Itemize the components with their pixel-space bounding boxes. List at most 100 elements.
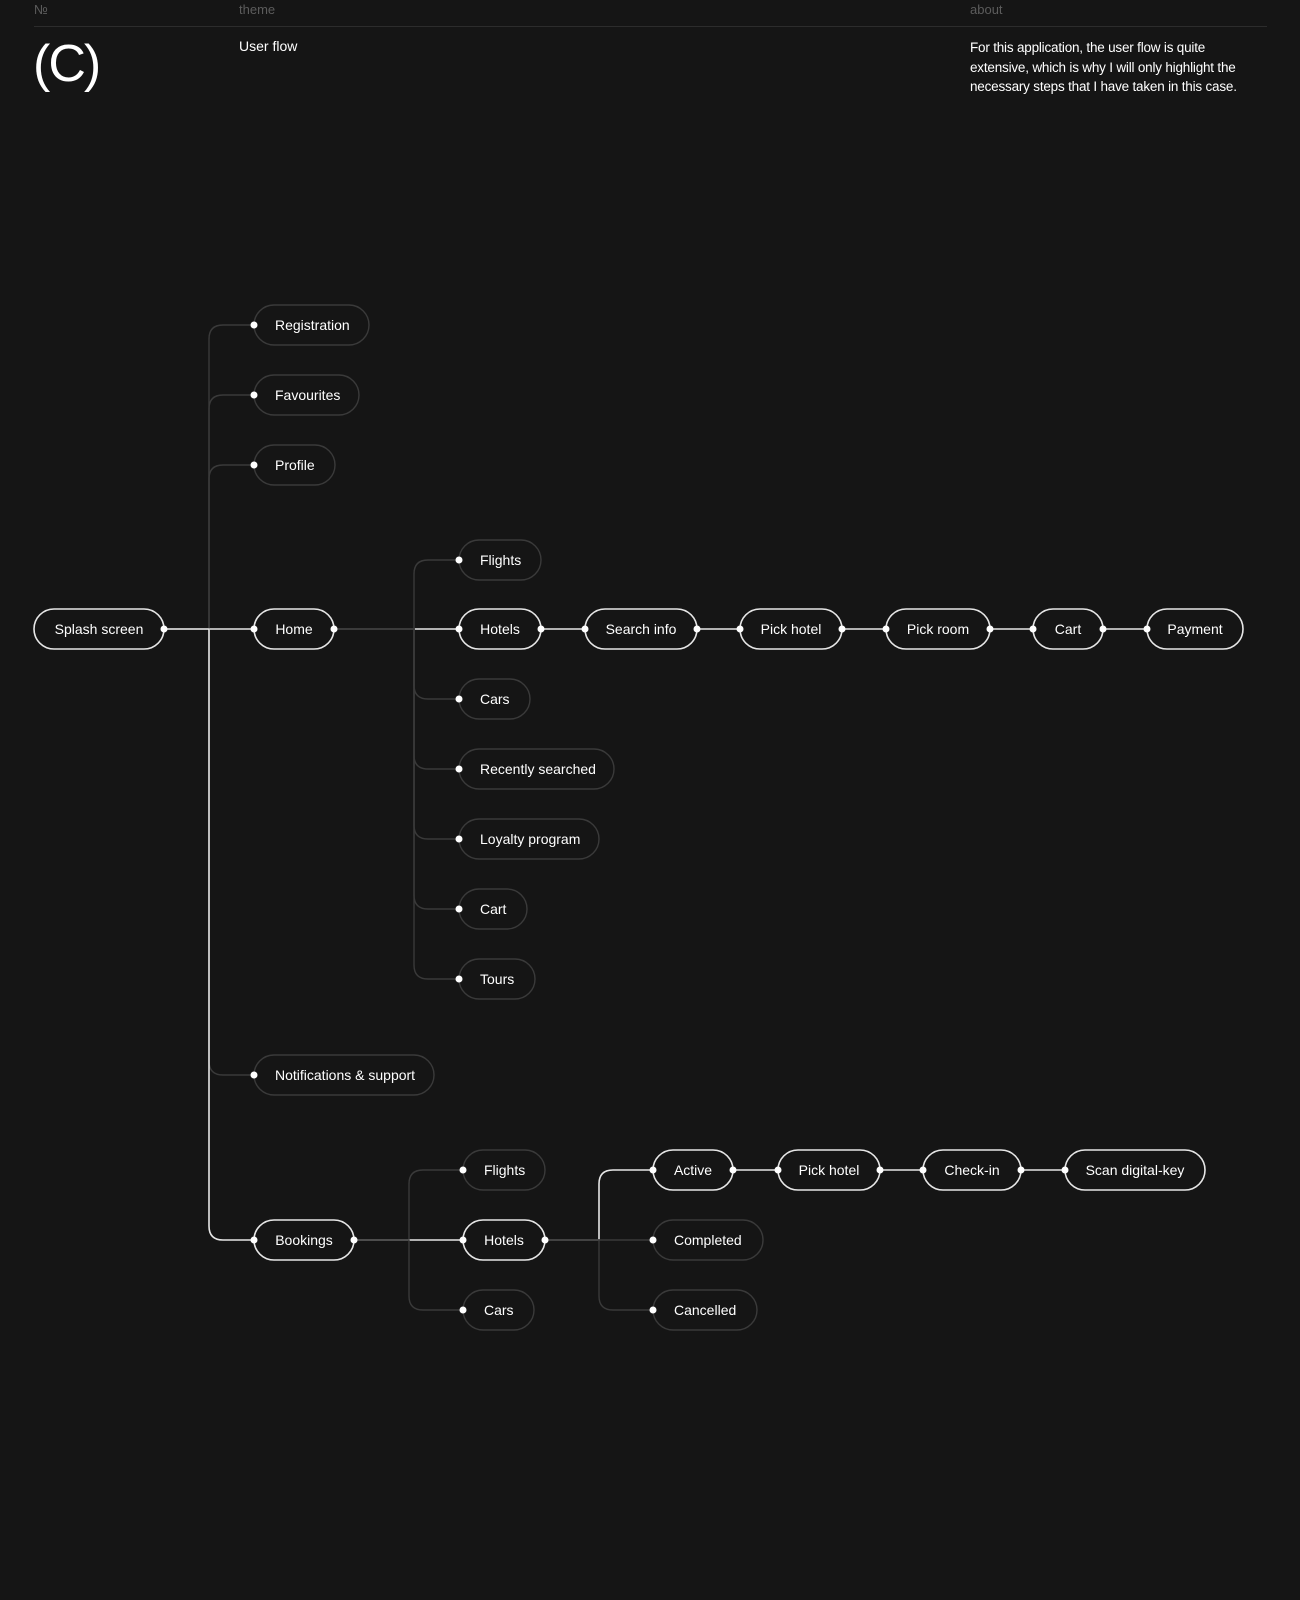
edge-home-to-home-cars xyxy=(334,628,459,700)
connector-dot-in-favourites xyxy=(250,391,258,399)
flow-node-bk-pick-hotel[interactable]: Pick hotel xyxy=(777,1149,881,1191)
connector-dot-in-pick-hotel xyxy=(736,625,744,633)
node-label: Check-in xyxy=(944,1162,999,1178)
flow-node-payment[interactable]: Payment xyxy=(1146,608,1244,650)
connector-dot-in-check-in xyxy=(919,1166,927,1174)
connector-dot-out-pick-hotel xyxy=(838,625,846,633)
connector-dot-out-cart xyxy=(1099,625,1107,633)
connector-dot-in-notifications xyxy=(250,1071,258,1079)
node-label: Splash screen xyxy=(55,621,144,637)
connector-dot-out-search-info xyxy=(693,625,701,633)
connector-dot-in-bookings xyxy=(250,1236,258,1244)
connector-dot-in-cart xyxy=(1029,625,1037,633)
flow-node-active[interactable]: Active xyxy=(652,1149,734,1191)
node-label: Flights xyxy=(480,552,521,568)
flow-node-home-cars[interactable]: Cars xyxy=(458,678,531,720)
flow-node-completed[interactable]: Completed xyxy=(652,1219,764,1261)
node-label: Recently searched xyxy=(480,761,596,777)
connector-dot-in-registration xyxy=(250,321,258,329)
flow-node-tours[interactable]: Tours xyxy=(458,958,536,1000)
node-label: Hotels xyxy=(480,621,520,637)
edge-bk-hotels-to-cancelled xyxy=(545,1239,653,1311)
connector-dot-in-bk-pick-hotel xyxy=(774,1166,782,1174)
node-label: Completed xyxy=(674,1232,742,1248)
node-label: Cart xyxy=(1055,621,1082,637)
edge-home-to-tours xyxy=(334,628,459,980)
edge-home-to-home-flights xyxy=(334,559,459,630)
flow-node-bk-cars[interactable]: Cars xyxy=(462,1289,535,1331)
connector-dot-out-check-in xyxy=(1017,1166,1025,1174)
flow-node-bookings[interactable]: Bookings xyxy=(253,1219,355,1261)
connector-dot-in-search-info xyxy=(581,625,589,633)
node-label: Registration xyxy=(275,317,350,333)
connector-dot-out-home-hotels xyxy=(537,625,545,633)
flow-node-notifications[interactable]: Notifications & support xyxy=(253,1054,435,1096)
edge-bookings-to-bk-cars xyxy=(354,1239,463,1311)
flow-node-cart[interactable]: Cart xyxy=(1032,608,1104,650)
flow-node-home-hotels[interactable]: Hotels xyxy=(458,608,542,650)
flow-node-bk-flights[interactable]: Flights xyxy=(462,1149,546,1191)
connector-dot-in-bk-hotels xyxy=(459,1236,467,1244)
node-label: Scan digital-key xyxy=(1086,1162,1185,1178)
connector-dot-in-home-cars xyxy=(455,695,463,703)
flow-node-check-in[interactable]: Check-in xyxy=(922,1149,1022,1191)
flow-node-pick-hotel[interactable]: Pick hotel xyxy=(739,608,843,650)
node-label: Pick hotel xyxy=(761,621,822,637)
flow-nodes: Splash screen Home Registration Favourites P… xyxy=(33,304,1244,1331)
connector-dot-out-active xyxy=(729,1166,737,1174)
node-label: Flights xyxy=(484,1162,525,1178)
flow-node-cancelled[interactable]: Cancelled xyxy=(652,1289,758,1331)
flow-node-home-flights[interactable]: Flights xyxy=(458,539,542,581)
connector-dot-in-home-flights xyxy=(455,556,463,564)
connector-dot-in-tours xyxy=(455,975,463,983)
node-label: Favourites xyxy=(275,387,340,403)
connector-dot-in-recently xyxy=(455,765,463,773)
flow-node-loyalty[interactable]: Loyalty program xyxy=(458,818,600,860)
node-label: Profile xyxy=(275,457,315,473)
flow-node-home[interactable]: Home xyxy=(253,608,335,650)
connector-dot-in-active xyxy=(649,1166,657,1174)
flow-node-bk-hotels[interactable]: Hotels xyxy=(462,1219,546,1261)
node-label: Cars xyxy=(484,1302,514,1318)
node-label: Home xyxy=(275,621,313,637)
node-label: Payment xyxy=(1167,621,1222,637)
flow-node-scan-key[interactable]: Scan digital-key xyxy=(1064,1149,1206,1191)
connector-dot-in-pick-room xyxy=(882,625,890,633)
connector-dot-out-bk-pick-hotel xyxy=(876,1166,884,1174)
node-label: Cars xyxy=(480,691,510,707)
connector-dot-in-home xyxy=(250,625,258,633)
node-label: Search info xyxy=(606,621,677,637)
node-label: Cart xyxy=(480,901,507,917)
flow-node-favourites[interactable]: Favourites xyxy=(253,374,360,416)
connector-dot-in-bk-flights xyxy=(459,1166,467,1174)
flow-node-home-cart[interactable]: Cart xyxy=(458,888,528,930)
connector-dot-out-home xyxy=(330,625,338,633)
connector-dot-out-bookings xyxy=(350,1236,358,1244)
edge-bookings-to-bk-flights xyxy=(354,1169,463,1241)
connector-dot-in-completed xyxy=(649,1236,657,1244)
edge-bk-hotels-to-active xyxy=(545,1169,653,1241)
flow-node-profile[interactable]: Profile xyxy=(253,444,336,486)
connector-dot-out-pick-room xyxy=(986,625,994,633)
connector-dot-in-cancelled xyxy=(649,1306,657,1314)
connector-dot-in-scan-key xyxy=(1061,1166,1069,1174)
node-label: Hotels xyxy=(484,1232,524,1248)
flow-node-pick-room[interactable]: Pick room xyxy=(885,608,991,650)
flow-node-splash[interactable]: Splash screen xyxy=(33,608,165,650)
flow-node-recently[interactable]: Recently searched xyxy=(458,748,615,790)
node-label: Cancelled xyxy=(674,1302,736,1318)
edge-home-to-loyalty xyxy=(334,628,459,840)
node-label: Loyalty program xyxy=(480,831,580,847)
connector-dot-in-profile xyxy=(250,461,258,469)
user-flow-diagram: Splash screen Home Registration Favourites P… xyxy=(33,304,1244,1331)
node-label: Active xyxy=(674,1162,712,1178)
connector-dot-in-home-cart xyxy=(455,905,463,913)
connector-dot-in-loyalty xyxy=(455,835,463,843)
node-label: Pick hotel xyxy=(799,1162,860,1178)
node-label: Bookings xyxy=(275,1232,333,1248)
flow-node-search-info[interactable]: Search info xyxy=(584,608,698,650)
flow-node-registration[interactable]: Registration xyxy=(253,304,370,346)
connector-dot-in-bk-cars xyxy=(459,1306,467,1314)
connector-dot-in-payment xyxy=(1143,625,1151,633)
connector-dot-in-home-hotels xyxy=(455,625,463,633)
